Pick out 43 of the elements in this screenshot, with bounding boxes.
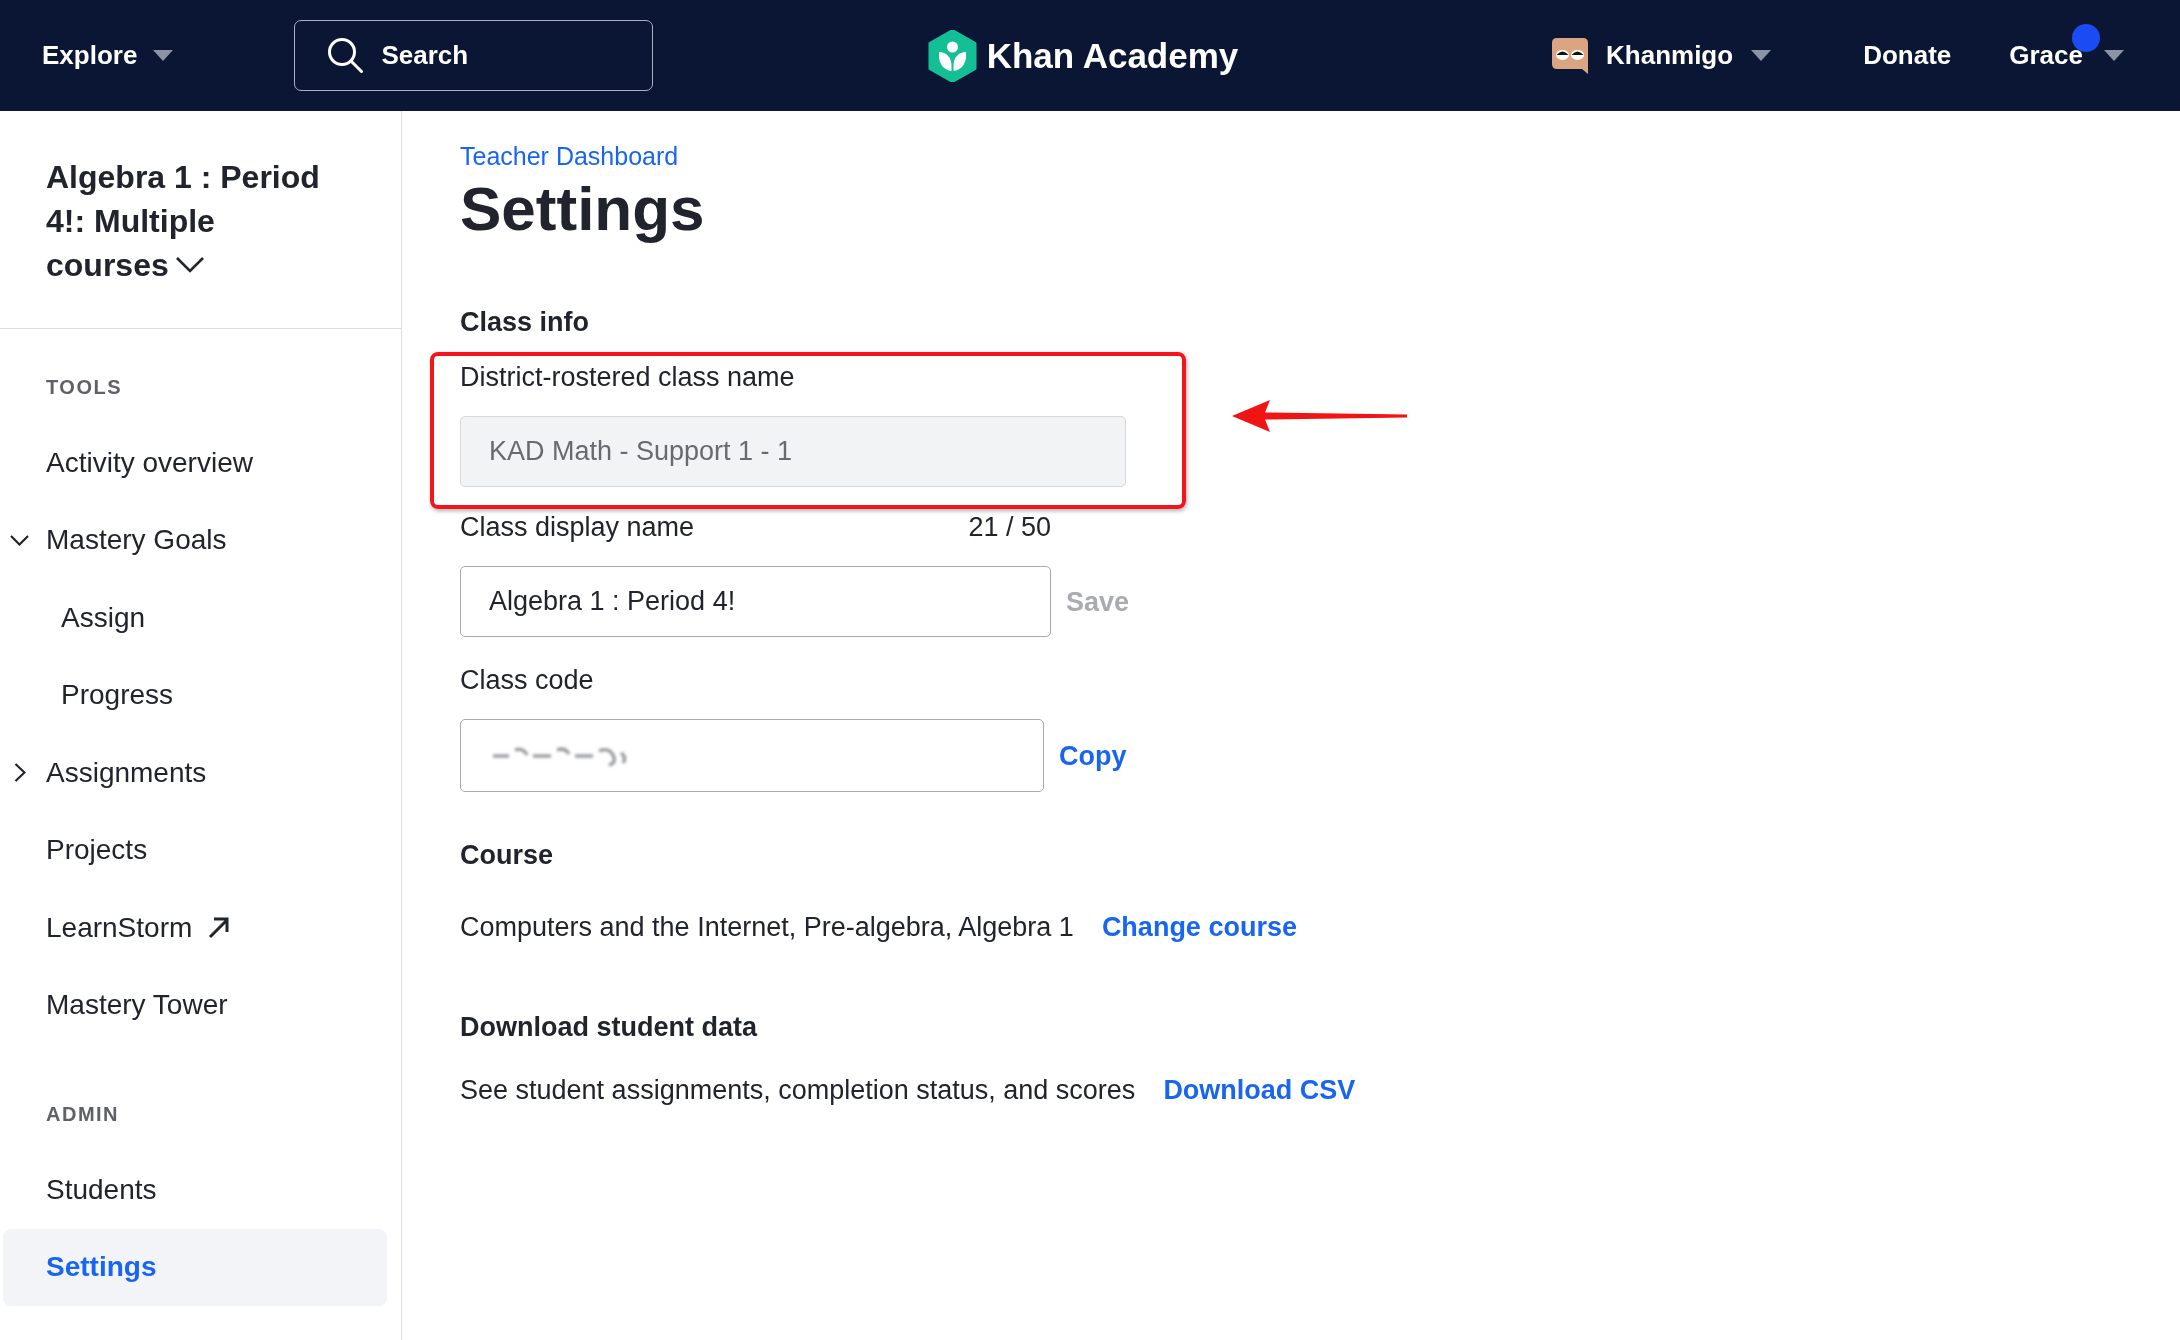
field-label: District-rostered class name	[460, 361, 795, 393]
sidebar-item[interactable]: Progress	[3, 656, 387, 734]
sidebar-item[interactable]: Assign	[3, 579, 387, 657]
sidebar-item[interactable]: Students	[3, 1151, 387, 1229]
sidebar-item[interactable]: Activity overview	[3, 424, 387, 502]
caret-down-icon	[2104, 50, 2124, 61]
sidebar-item[interactable]: LearnStorm	[3, 889, 387, 967]
search-field[interactable]: Search	[294, 20, 654, 91]
character-counter: 21 / 50	[968, 511, 1051, 543]
sidebar-item[interactable]: Projects	[3, 811, 387, 889]
change-course-link[interactable]: Change course	[1101, 911, 1297, 943]
page-title: Settings	[460, 173, 705, 245]
section-heading: TOOLS	[46, 375, 123, 399]
caret-down-icon	[153, 50, 174, 61]
copy-button[interactable]: Copy	[1059, 739, 1127, 772]
field-label: Class code	[460, 664, 594, 696]
field-label: Class display name	[460, 511, 695, 543]
chevron-down-icon	[174, 256, 205, 274]
sidebar-item[interactable]: Mastery Tower	[3, 966, 387, 1044]
eyes-face-icon	[1552, 37, 1589, 74]
sidebar-item[interactable]: Settings	[3, 1228, 387, 1306]
section-heading: Class info	[460, 306, 590, 339]
breadcrumb-link[interactable]: Teacher Dashboard	[460, 141, 679, 171]
left-arrow-icon	[1232, 400, 1407, 432]
section-heading: Course	[460, 839, 554, 872]
class-code-field[interactable]	[460, 719, 1044, 792]
section-heading: ADMIN	[46, 1102, 120, 1126]
explore-menu[interactable]: Explore	[42, 40, 174, 71]
donate-link[interactable]: Donate	[1863, 40, 1952, 71]
caret-down-icon	[1751, 50, 1772, 61]
course-list-text: Computers and the Internet, Pre-algebra, Algebra 1	[460, 911, 1074, 943]
hexagon-leaf-logo-icon	[927, 29, 977, 82]
description-text: See student assignments, completion status, and scores	[460, 1074, 1136, 1106]
text-field[interactable]: Algebra 1 : Period 4!	[460, 566, 1051, 637]
khanmigo-menu[interactable]: Khanmigo	[1552, 37, 1772, 74]
download-csv-link[interactable]: Download CSV	[1163, 1074, 1356, 1106]
user-menu[interactable]: Grace	[2009, 39, 2124, 72]
section-heading: Download student data	[460, 1011, 757, 1044]
sidebar-item[interactable]: Assignments	[3, 734, 387, 812]
home-logo-link[interactable]: Khan Academy	[927, 29, 1239, 82]
sidebar-item[interactable]: Mastery Goals	[3, 501, 387, 579]
class-selector[interactable]: Algebra 1 : Period 4!: Multiple courses	[46, 155, 341, 287]
search-icon	[327, 37, 364, 73]
